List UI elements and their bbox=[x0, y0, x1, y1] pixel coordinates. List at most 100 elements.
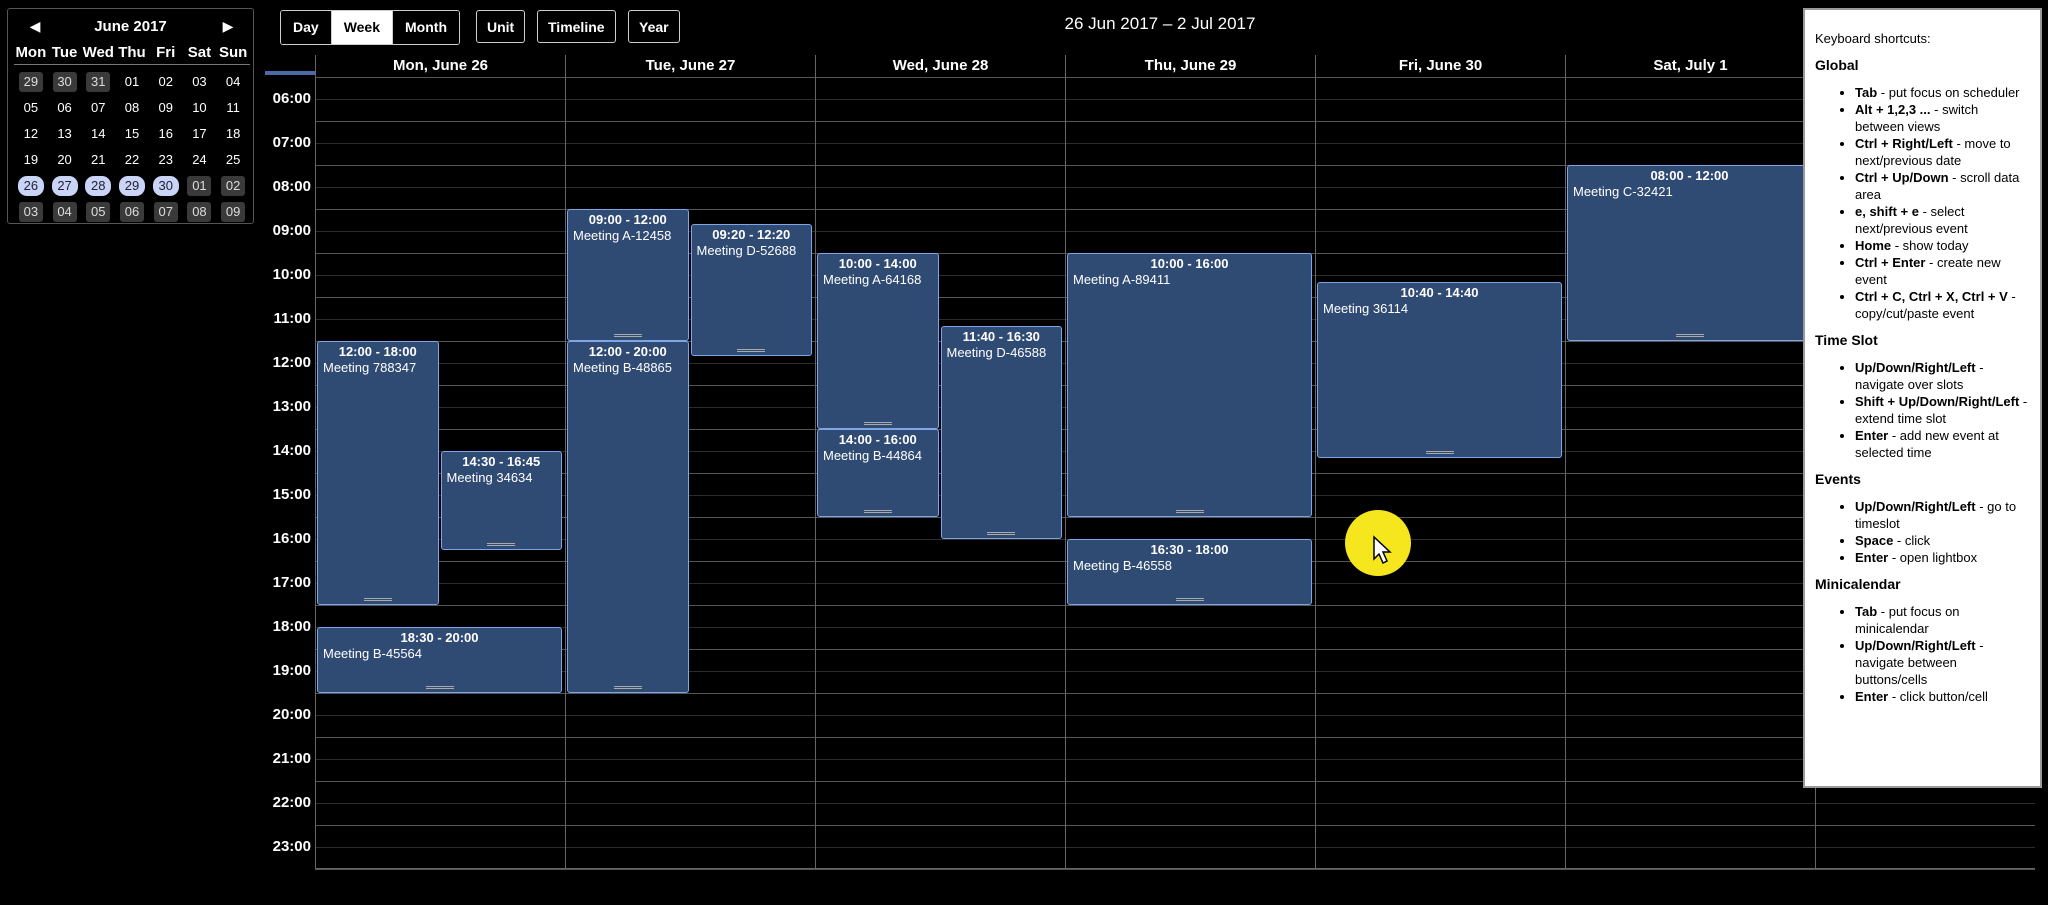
mini-calendar-day[interactable]: 23 bbox=[149, 147, 183, 173]
event[interactable]: 12:00 - 18:00 Meeting 788347 bbox=[317, 341, 439, 605]
event-resize-handle[interactable] bbox=[863, 422, 892, 425]
mini-calendar-day[interactable]: 09 bbox=[149, 95, 183, 121]
tab-week[interactable]: Week bbox=[331, 11, 394, 44]
event-resize-handle[interactable] bbox=[1675, 334, 1704, 337]
mini-calendar-day-number: 29 bbox=[18, 72, 43, 92]
event-resize-handle[interactable] bbox=[737, 348, 766, 352]
mini-calendar-day[interactable]: 24 bbox=[183, 147, 217, 173]
mini-calendar-day[interactable]: 14 bbox=[81, 121, 115, 147]
event-resize-handle[interactable] bbox=[613, 686, 642, 689]
event[interactable]: 09:20 - 12:20 Meeting D-52688 bbox=[690, 223, 812, 356]
mini-calendar-day[interactable]: 01 bbox=[183, 173, 217, 199]
mini-calendar-day[interactable]: 25 bbox=[216, 147, 250, 173]
event[interactable]: 08:00 - 12:00 Meeting C-32421 bbox=[1567, 165, 1812, 341]
shortcut-item: Ctrl + Enter - create new event bbox=[1855, 254, 2030, 288]
mini-calendar-day[interactable]: 19 bbox=[14, 147, 48, 173]
hour-label: 17:00 bbox=[272, 574, 311, 591]
mini-calendar-day[interactable]: 12 bbox=[14, 121, 48, 147]
mini-calendar-day[interactable]: 08 bbox=[183, 199, 217, 225]
mini-calendar-day-number: 31 bbox=[86, 72, 111, 92]
mini-calendar-day[interactable]: 29 bbox=[14, 69, 48, 95]
mini-calendar-day[interactable]: 02 bbox=[149, 69, 183, 95]
event[interactable]: 10:00 - 14:00 Meeting A-64168 bbox=[817, 253, 939, 429]
mini-calendar-day-number: 05 bbox=[86, 202, 111, 222]
event[interactable]: 14:00 - 16:00 Meeting B-44864 bbox=[817, 429, 939, 517]
tab-day[interactable]: Day bbox=[281, 11, 332, 44]
mini-calendar-day[interactable]: 02 bbox=[216, 173, 250, 199]
event[interactable]: 09:00 - 12:00 Meeting A-12458 bbox=[567, 209, 689, 341]
mini-calendar-day[interactable]: 15 bbox=[115, 121, 149, 147]
hour-label: 18:00 bbox=[272, 618, 311, 635]
mini-calendar-day[interactable]: 18 bbox=[216, 121, 250, 147]
shortcut-item: Ctrl + C, Ctrl + X, Ctrl + V - copy/cut/… bbox=[1855, 288, 2030, 322]
mini-calendar-day[interactable]: 06 bbox=[48, 95, 82, 121]
event[interactable]: 12:00 - 20:00 Meeting B-48865 bbox=[567, 341, 689, 693]
event[interactable]: 18:30 - 20:00 Meeting B-45564 bbox=[317, 627, 562, 693]
mini-calendar-day[interactable]: 17 bbox=[183, 121, 217, 147]
day-column-divider bbox=[565, 77, 566, 869]
mini-calendar-day[interactable]: 20 bbox=[48, 147, 82, 173]
year-view-button[interactable]: Year bbox=[628, 10, 680, 43]
event[interactable]: 11:40 - 16:30 Meeting D-46588 bbox=[940, 326, 1062, 539]
mini-calendar-day-number: 06 bbox=[57, 100, 72, 115]
mini-calendar-day[interactable]: 03 bbox=[14, 199, 48, 225]
event[interactable]: 10:00 - 16:00 Meeting A-89411 bbox=[1067, 253, 1312, 517]
event-resize-handle[interactable] bbox=[987, 531, 1016, 535]
mini-calendar-day[interactable]: 10 bbox=[183, 95, 217, 121]
mini-calendar-day[interactable]: 07 bbox=[149, 199, 183, 225]
mini-calendar-day[interactable]: 03 bbox=[183, 69, 217, 95]
event-title: Meeting 34634 bbox=[446, 470, 533, 485]
chevron-right-icon[interactable]: ▶ bbox=[218, 17, 238, 35]
mini-calendar-day[interactable]: 26 bbox=[14, 173, 48, 199]
mini-calendar-day[interactable]: 13 bbox=[48, 121, 82, 147]
mini-calendar-day[interactable]: 29 bbox=[115, 173, 149, 199]
event[interactable]: 14:30 - 16:45 Meeting 34634 bbox=[440, 451, 562, 550]
mini-calendar-day-number: 04 bbox=[52, 202, 77, 222]
mini-calendar-day[interactable]: 11 bbox=[216, 95, 250, 121]
event-resize-handle[interactable] bbox=[425, 686, 454, 689]
mini-calendar-day[interactable]: 04 bbox=[48, 199, 82, 225]
mini-calendar-day-number: 07 bbox=[153, 202, 178, 222]
mini-calendar-day[interactable]: 27 bbox=[48, 173, 82, 199]
hour-label: 07:00 bbox=[272, 134, 311, 151]
event[interactable]: 16:30 - 18:00 Meeting B-46558 bbox=[1067, 539, 1312, 605]
mini-calendar-day[interactable]: 30 bbox=[149, 173, 183, 199]
mini-calendar-day[interactable]: 05 bbox=[14, 95, 48, 121]
mini-calendar-day[interactable]: 06 bbox=[115, 199, 149, 225]
mini-calendar-day[interactable]: 09 bbox=[216, 199, 250, 225]
shortcut-key: Tab bbox=[1855, 604, 1878, 619]
mini-calendar-day-number: 29 bbox=[118, 176, 145, 196]
mini-calendar-weekday: Thu bbox=[115, 43, 149, 65]
mini-calendar-day[interactable]: 01 bbox=[115, 69, 149, 95]
event-resize-handle[interactable] bbox=[487, 543, 516, 546]
mini-calendar-day[interactable]: 22 bbox=[115, 147, 149, 173]
timeline-view-button[interactable]: Timeline bbox=[537, 10, 616, 43]
mini-calendar-day[interactable]: 04 bbox=[216, 69, 250, 95]
mini-calendar-day[interactable]: 07 bbox=[81, 95, 115, 121]
event-time: 10:00 - 14:00 bbox=[838, 256, 917, 271]
event-resize-handle[interactable] bbox=[613, 334, 642, 337]
mini-calendar-day[interactable]: 30 bbox=[48, 69, 82, 95]
mini-calendar-day[interactable]: 08 bbox=[115, 95, 149, 121]
event-resize-handle[interactable] bbox=[1175, 510, 1204, 513]
hour-label: 15:00 bbox=[272, 486, 311, 503]
shortcuts-title: Keyboard shortcuts: bbox=[1815, 31, 1931, 46]
mini-calendar-day[interactable]: 05 bbox=[81, 199, 115, 225]
unit-view-button[interactable]: Unit bbox=[476, 10, 526, 43]
mini-calendar-day-number: 15 bbox=[124, 126, 140, 141]
mini-calendar-day[interactable]: 16 bbox=[149, 121, 183, 147]
mini-calendar-day[interactable]: 28 bbox=[81, 173, 115, 199]
event[interactable]: 10:40 - 14:40 Meeting 36114 bbox=[1317, 282, 1562, 459]
mini-calendar-day[interactable]: 31 bbox=[81, 69, 115, 95]
event-resize-handle[interactable] bbox=[363, 598, 392, 601]
mini-calendar-day[interactable]: 21 bbox=[81, 147, 115, 173]
event-resize-handle[interactable] bbox=[1425, 451, 1454, 455]
event-title: Meeting B-48865 bbox=[573, 360, 673, 375]
week-scheduler: Mon, June 26 Tue, June 27 Wed, June 28 Thu,… bbox=[265, 55, 2035, 870]
tab-month[interactable]: Month bbox=[393, 11, 459, 44]
mini-calendar-day-number: 06 bbox=[119, 202, 144, 222]
time-grid[interactable]: 12:00 - 18:00 Meeting 788347 14:30 - 16:45… bbox=[315, 77, 2035, 870]
event-resize-handle[interactable] bbox=[863, 510, 892, 513]
shortcut-key: e, shift + e bbox=[1855, 204, 1919, 219]
event-resize-handle[interactable] bbox=[1175, 598, 1204, 601]
